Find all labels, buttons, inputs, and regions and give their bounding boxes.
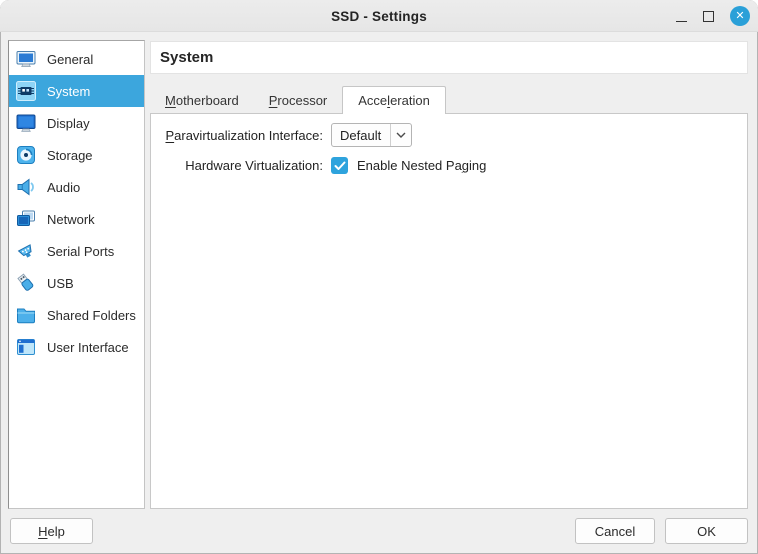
sidebar-item-display[interactable]: Display bbox=[9, 107, 144, 139]
sidebar-item-network[interactable]: Network bbox=[9, 203, 144, 235]
paravirtualization-select[interactable]: Default bbox=[331, 123, 412, 147]
hardware-virtualization-label: Hardware Virtualization: bbox=[151, 158, 323, 173]
sidebar-item-audio[interactable]: Audio bbox=[9, 171, 144, 203]
sidebar-item-label: User Interface bbox=[47, 340, 129, 355]
sidebar-item-serial-ports[interactable]: Serial Ports bbox=[9, 235, 144, 267]
close-icon[interactable]: ✕ bbox=[730, 6, 750, 26]
chevron-down-icon bbox=[391, 132, 411, 138]
sidebar-item-system[interactable]: System bbox=[9, 75, 144, 107]
sidebar-item-general[interactable]: General bbox=[9, 43, 144, 75]
window-title: SSD - Settings bbox=[0, 0, 758, 32]
acceleration-tab-panel: Paravirtualization Interface: Default Ha… bbox=[150, 113, 748, 509]
maximize-icon[interactable] bbox=[703, 11, 714, 22]
sidebar-item-label: Display bbox=[47, 116, 90, 131]
help-button[interactable]: Help bbox=[10, 518, 93, 544]
paravirtualization-label: Paravirtualization Interface: bbox=[151, 128, 323, 143]
minimize-icon[interactable] bbox=[676, 10, 687, 22]
audio-icon bbox=[15, 176, 37, 198]
paravirtualization-selected-value: Default bbox=[332, 128, 390, 143]
tab-motherboard[interactable]: Motherboard bbox=[150, 87, 254, 114]
tab-label: Acceleration bbox=[358, 93, 430, 108]
usb-icon bbox=[15, 272, 37, 294]
tab-label: Motherboard bbox=[165, 93, 239, 108]
cancel-button[interactable]: Cancel bbox=[575, 518, 655, 544]
page-header: System bbox=[150, 41, 748, 74]
nested-paging-label[interactable]: Enable Nested Paging bbox=[357, 158, 486, 173]
sidebar-item-label: Storage bbox=[47, 148, 93, 163]
tab-acceleration[interactable]: Acceleration bbox=[342, 86, 446, 114]
sidebar-item-user-interface[interactable]: User Interface bbox=[9, 331, 144, 363]
user-interface-icon bbox=[15, 336, 37, 358]
system-tabs: Motherboard Processor Acceleration bbox=[150, 86, 446, 114]
settings-dialog: SSD - Settings ✕ General bbox=[0, 0, 758, 554]
hardware-virtualization-row: Hardware Virtualization: Enable Nested P… bbox=[151, 157, 747, 174]
sidebar-item-label: Audio bbox=[47, 180, 80, 195]
shared-folders-icon bbox=[15, 304, 37, 326]
sidebar-item-label: USB bbox=[47, 276, 74, 291]
paravirtualization-row: Paravirtualization Interface: Default bbox=[151, 123, 747, 147]
system-icon bbox=[15, 80, 37, 102]
ok-button[interactable]: OK bbox=[665, 518, 748, 544]
titlebar[interactable]: SSD - Settings ✕ bbox=[0, 0, 758, 32]
tab-label: Processor bbox=[269, 93, 328, 108]
sidebar-item-label: Serial Ports bbox=[47, 244, 114, 259]
settings-category-list: General System bbox=[8, 40, 145, 509]
sidebar-item-label: General bbox=[47, 52, 93, 67]
sidebar-item-shared-folders[interactable]: Shared Folders bbox=[9, 299, 144, 331]
page-title: System bbox=[160, 49, 213, 66]
general-icon bbox=[15, 48, 37, 70]
serial-ports-icon bbox=[15, 240, 37, 262]
sidebar-item-label: Network bbox=[47, 212, 95, 227]
nested-paging-checkbox[interactable] bbox=[331, 157, 348, 174]
sidebar-item-label: System bbox=[47, 84, 90, 99]
tab-processor[interactable]: Processor bbox=[254, 87, 343, 114]
network-icon bbox=[15, 208, 37, 230]
sidebar-item-label: Shared Folders bbox=[47, 308, 136, 323]
sidebar-item-storage[interactable]: Storage bbox=[9, 139, 144, 171]
display-icon bbox=[15, 112, 37, 134]
sidebar-item-usb[interactable]: USB bbox=[9, 267, 144, 299]
storage-icon bbox=[15, 144, 37, 166]
